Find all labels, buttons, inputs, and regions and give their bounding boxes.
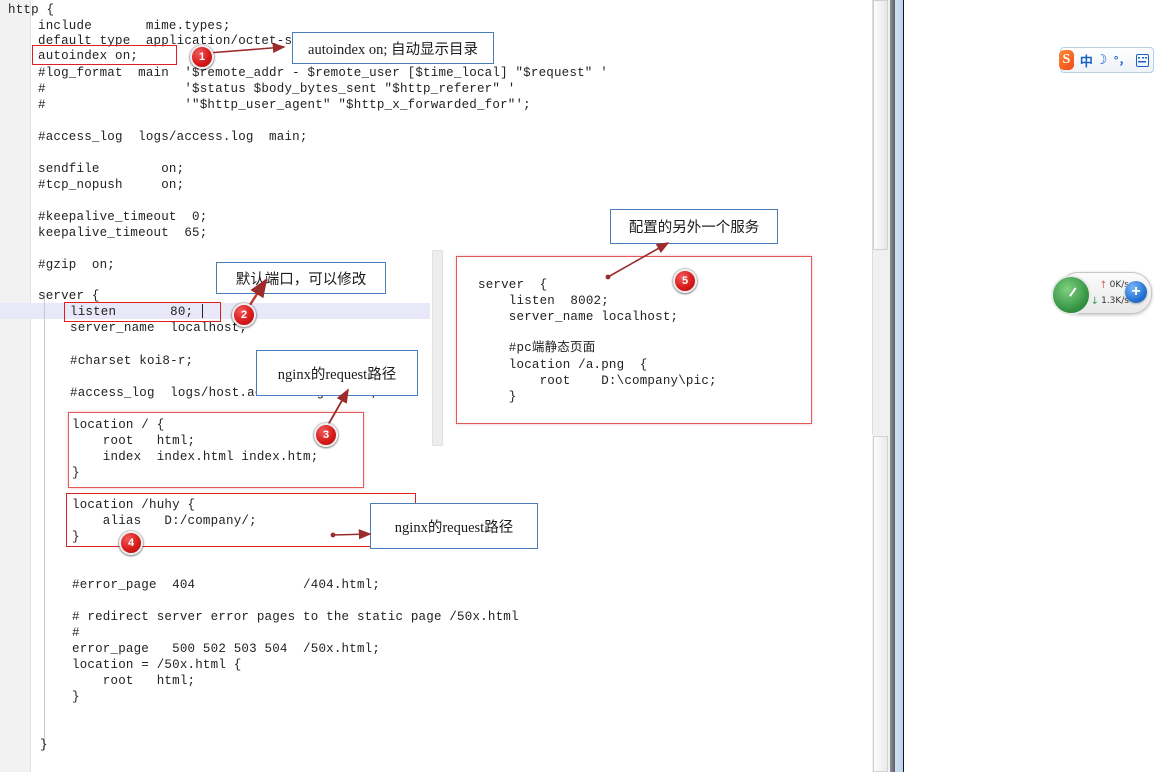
code-line: } bbox=[72, 690, 80, 704]
nginx-conf-code[interactable]: http { include mime.types; default_type … bbox=[0, 0, 717, 752]
punctuation-toggle[interactable]: °， bbox=[1113, 52, 1130, 68]
moon-icon[interactable]: ☽ bbox=[1099, 52, 1107, 69]
callout-request-path-1: nginx的request路径 bbox=[256, 350, 418, 396]
upload-arrow-icon: ↑ bbox=[1099, 279, 1108, 291]
code-line: root html; bbox=[72, 674, 196, 688]
sogou-logo-icon: S bbox=[1059, 50, 1074, 70]
download-speed-value: 1.3K/s bbox=[1101, 296, 1129, 306]
code-line: } bbox=[40, 738, 48, 752]
callout-request-path-2: nginx的request路径 bbox=[370, 503, 538, 549]
network-speed-rows: ↑ 0K/s ↓ 1.3K/s bbox=[1085, 277, 1129, 309]
code-line: include mime.types; bbox=[38, 19, 231, 33]
code-line: #gzip on; bbox=[38, 258, 116, 272]
expand-plus-button[interactable]: + bbox=[1125, 281, 1147, 303]
code-line: # '$status $body_bytes_sent "$http_refer… bbox=[38, 82, 516, 96]
keyboard-icon[interactable] bbox=[1135, 53, 1149, 67]
badge-marker-1: 1 bbox=[190, 45, 214, 69]
upload-row: ↑ 0K/s bbox=[1085, 277, 1129, 293]
inner-scrollbar[interactable] bbox=[432, 250, 443, 446]
badge-marker-4: 4 bbox=[119, 531, 143, 555]
code-line: sendfile on; bbox=[38, 162, 185, 176]
code-line: # bbox=[72, 626, 80, 640]
highlight-box-autoindex bbox=[32, 45, 177, 65]
download-row: ↓ 1.3K/s bbox=[1085, 293, 1129, 309]
download-arrow-icon: ↓ bbox=[1090, 295, 1100, 307]
code-line: location = /50x.html { bbox=[72, 658, 242, 672]
window-scrollbar-blue[interactable] bbox=[895, 0, 904, 772]
outer-scrollbar-thumb-lower[interactable] bbox=[873, 436, 888, 772]
code-line: error_page 500 502 503 504 /50x.html; bbox=[72, 642, 381, 656]
code-line: #keepalive_timeout 0; bbox=[38, 210, 208, 224]
code-line: # '"$http_user_agent" "$http_x_forwarded… bbox=[38, 98, 531, 112]
callout-default-port: 默认端口，可以修改 bbox=[216, 262, 386, 294]
code-editor-pane[interactable]: http { include mime.types; default_type … bbox=[0, 0, 872, 772]
network-speed-widget[interactable]: ↑ 0K/s ↓ 1.3K/s + bbox=[1051, 272, 1152, 315]
code-line: #error_page 404 /404.html; bbox=[72, 578, 381, 592]
code-line: #charset koi8-r; bbox=[70, 354, 194, 368]
code-line: #log_format main '$remote_addr - $remote… bbox=[38, 66, 608, 80]
ime-mode-toggle[interactable]: 中 bbox=[1080, 51, 1093, 70]
callout-autoindex: autoindex on; 自动显示目录 bbox=[292, 32, 494, 64]
code-line: # redirect server error pages to the sta… bbox=[72, 610, 519, 624]
badge-marker-5: 5 bbox=[673, 269, 697, 293]
ime-toolbar[interactable]: S 中 ☽ °， bbox=[1059, 47, 1154, 73]
callout-another-service: 配置的另外一个服务 bbox=[610, 209, 778, 244]
screenshot-stage: http { include mime.types; default_type … bbox=[0, 0, 1154, 772]
badge-marker-3: 3 bbox=[314, 423, 338, 447]
code-line: http { bbox=[8, 3, 55, 17]
badge-marker-2: 2 bbox=[232, 303, 256, 327]
code-line: #tcp_nopush on; bbox=[38, 178, 185, 192]
highlight-box-server-8002 bbox=[456, 256, 812, 424]
desktop-background bbox=[905, 0, 1154, 772]
code-line: keepalive_timeout 65; bbox=[38, 226, 208, 240]
code-line: server_name localhost; bbox=[70, 321, 248, 335]
outer-scrollbar-thumb[interactable] bbox=[873, 0, 888, 250]
code-line: #access_log logs/access.log main; bbox=[38, 130, 308, 144]
highlight-box-listen bbox=[64, 302, 221, 322]
